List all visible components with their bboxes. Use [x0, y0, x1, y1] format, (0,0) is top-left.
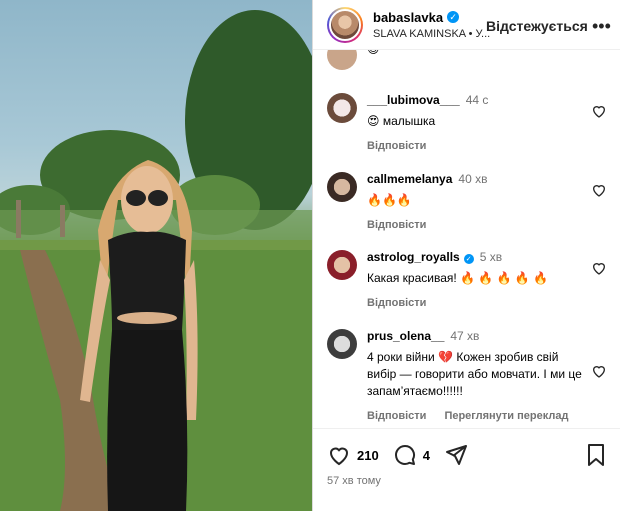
like-heart-icon[interactable]: [327, 443, 351, 467]
more-horizontal-icon[interactable]: •••: [592, 16, 611, 37]
comment-text: 😊: [367, 50, 380, 56]
reply-link[interactable]: Відповісти: [367, 410, 426, 422]
commenter-avatar[interactable]: [327, 50, 357, 70]
comment-time: 47 хв: [450, 329, 480, 343]
verified-badge-icon: ✓: [447, 11, 460, 23]
author-subtitle[interactable]: SLAVA KAMINSKA • У...: [373, 28, 490, 40]
like-comment-icon[interactable]: [591, 363, 607, 379]
post-side-panel: babaslavka ✓ SLAVA KAMINSKA • У... Відст…: [312, 0, 620, 511]
bookmark-icon[interactable]: [585, 443, 607, 467]
like-count[interactable]: 210: [357, 448, 379, 463]
commenter-avatar[interactable]: [327, 172, 357, 202]
post-actions: 210 4 57 хв тому: [313, 428, 620, 511]
comment-time: 5 хв: [479, 250, 503, 264]
like-comment-icon[interactable]: [591, 182, 607, 198]
comment-username[interactable]: astrolog_royalls: [367, 250, 460, 264]
comment-time: 44 с: [465, 93, 489, 107]
reply-link[interactable]: Відповісти: [367, 140, 426, 152]
verified-badge-icon: ✓: [463, 254, 474, 264]
commenter-avatar[interactable]: [327, 93, 357, 123]
comment-bubble-icon[interactable]: [393, 443, 417, 467]
comment-count[interactable]: 4: [423, 448, 430, 463]
commenter-avatar[interactable]: [327, 329, 357, 359]
see-translation-link[interactable]: Переглянути переклад: [444, 410, 568, 422]
comments-list[interactable]: 😊 ___lubimova___ 44 с 😍 малышка Відповіс…: [313, 50, 620, 428]
like-comment-icon[interactable]: [591, 103, 607, 119]
comment-username[interactable]: callmemelanya: [367, 172, 452, 186]
comment-text: 😍 малышка: [367, 114, 436, 128]
like-comment-icon[interactable]: [591, 260, 607, 276]
post-viewer: babaslavka ✓ SLAVA KAMINSKA • У... Відст…: [0, 0, 620, 511]
reply-link[interactable]: Відповісти: [367, 219, 426, 231]
post-time-ago[interactable]: 57 хв тому: [327, 475, 381, 487]
comment-text: 4 роки війни 💔 Кожен зробив свій вибір —…: [367, 350, 582, 398]
author-username[interactable]: babaslavka: [373, 10, 443, 25]
comment-username[interactable]: ___lubimova___: [367, 93, 460, 107]
commenter-avatar[interactable]: [327, 250, 357, 280]
comment-username[interactable]: prus_olena__: [367, 329, 444, 343]
following-button[interactable]: Відстежується: [486, 18, 588, 34]
photo-illustration: [0, 10, 312, 511]
reply-link[interactable]: Відповісти: [367, 297, 426, 309]
comment-text: Какая красивая! 🔥 🔥 🔥 🔥 🔥: [367, 271, 549, 285]
author-info: babaslavka ✓ SLAVA KAMINSKA • У...: [373, 10, 490, 40]
comment-text: 🔥🔥🔥: [367, 193, 412, 207]
post-photo[interactable]: [0, 0, 312, 511]
comment-time: 40 хв: [458, 172, 488, 186]
author-avatar[interactable]: [327, 6, 363, 43]
post-header: babaslavka ✓ SLAVA KAMINSKA • У... Відст…: [313, 0, 620, 50]
share-send-icon[interactable]: [444, 443, 468, 467]
